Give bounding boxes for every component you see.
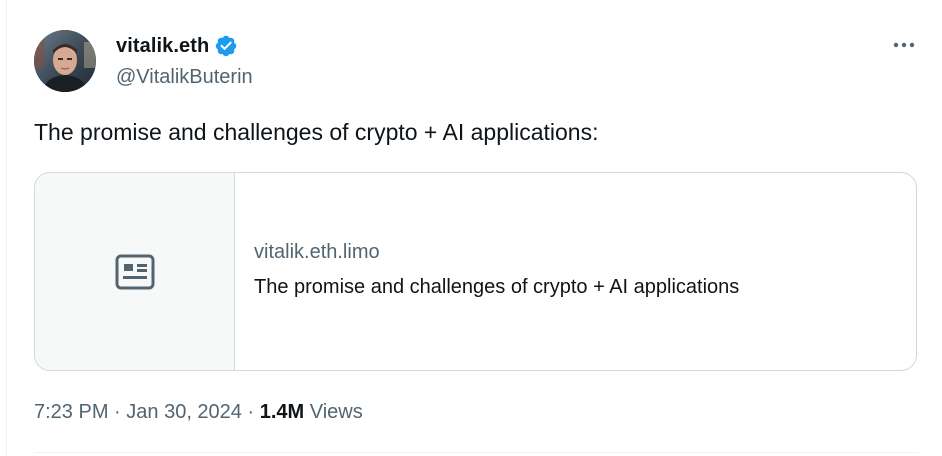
article-icon: [115, 254, 154, 289]
tweet-text: The promise and challenges of crypto + A…: [34, 119, 599, 145]
link-card-domain: vitalik.eth.limo: [254, 240, 380, 263]
views-label: Views: [309, 401, 363, 423]
link-card-thumbnail[interactable]: [35, 173, 235, 370]
link-card-body[interactable]: vitalik.eth.limo The promise and challen…: [235, 173, 739, 370]
author-name-row[interactable]: vitalik.eth: [116, 33, 238, 59]
meta-separator: ·: [108, 401, 127, 423]
divider: [6, 0, 7, 456]
divider: [34, 452, 919, 453]
timestamp-date[interactable]: Jan 30, 2024: [126, 401, 242, 423]
link-card-title: The promise and challenges of crypto + A…: [254, 275, 740, 298]
tweet: vitalik.eth @VitalikButerin The promise …: [0, 0, 942, 456]
display-name[interactable]: vitalik.eth: [116, 35, 209, 58]
timestamp-time[interactable]: 7:23 PM: [34, 401, 108, 423]
views-link[interactable]: 1.4M Views: [260, 401, 363, 423]
views-count: 1.4M: [259, 401, 305, 423]
avatar[interactable]: [34, 30, 96, 92]
more-options-button[interactable]: [889, 33, 919, 57]
verified-badge-icon[interactable]: [214, 34, 238, 58]
more-options-icon: [893, 42, 915, 48]
author-handle[interactable]: @VitalikButerin: [116, 66, 253, 89]
link-card[interactable]: vitalik.eth.limo The promise and challen…: [34, 172, 917, 371]
tweet-meta: 7:23 PM · Jan 30, 2024 · 1.4M Views: [34, 401, 363, 424]
meta-separator: ·: [241, 401, 260, 423]
